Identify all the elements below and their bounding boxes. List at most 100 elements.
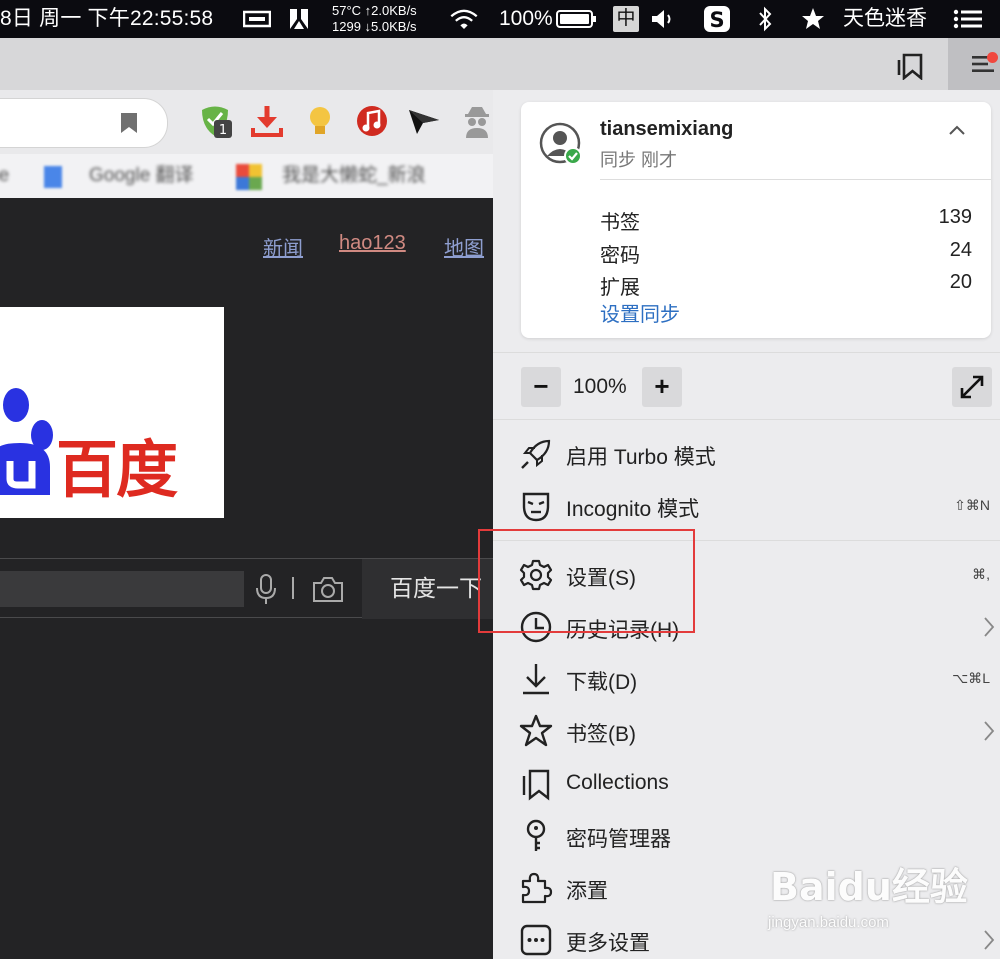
menu-item-downloads[interactable]: 下载(D) ⌥⌘L xyxy=(493,654,1000,706)
zoom-out-button[interactable]: − xyxy=(521,367,561,407)
link-map[interactable]: 地图 xyxy=(444,232,484,261)
zoom-level: 100% xyxy=(573,375,627,398)
bookmark-weibo[interactable]: 我是大懒蛇_新浪 xyxy=(282,164,426,188)
zoom-controls: − 100% + xyxy=(493,352,1000,420)
sync-divider xyxy=(600,179,991,180)
download-extension-icon[interactable] xyxy=(250,104,284,138)
bluetooth-icon[interactable] xyxy=(757,6,773,32)
bookmarks-bar: pe Google 翻译 我是大懒蛇_新浪 xyxy=(0,154,493,198)
camera-icon[interactable] xyxy=(312,575,344,603)
key-icon xyxy=(526,819,546,851)
stat-value: 139 xyxy=(938,206,972,228)
sync-card: tiansemixiang 同步 刚才 书签 139 密码 24 扩展 20 设… xyxy=(521,102,991,338)
menu-item-label: 密码管理器 xyxy=(566,828,671,851)
menu-item-incognito[interactable]: Incognito 模式 ⇧⌘N xyxy=(493,481,1000,533)
cursor-extension-icon[interactable] xyxy=(407,104,441,138)
menu-item-label: 更多设置 xyxy=(566,932,650,955)
screen-record-icon[interactable] xyxy=(243,9,271,29)
wifi-icon[interactable] xyxy=(448,9,480,29)
shortcut-incognito: ⇧⌘N xyxy=(954,497,990,513)
menu-item-label: 添置 xyxy=(566,880,608,903)
lightbulb-extension-icon[interactable] xyxy=(303,104,337,138)
svg-text:S: S xyxy=(709,8,724,32)
sync-settings-link[interactable]: 设置同步 xyxy=(600,298,680,327)
shortcut-downloads: ⌥⌘L xyxy=(952,670,990,686)
more-dots-icon xyxy=(520,924,552,956)
app-tray-icon[interactable] xyxy=(288,7,310,31)
fullscreen-button[interactable] xyxy=(952,367,992,407)
menu-item-turbo[interactable]: 启用 Turbo 模式 xyxy=(493,429,1000,481)
volume-icon[interactable] xyxy=(651,9,677,29)
chevron-right-icon xyxy=(984,617,995,637)
expand-icon xyxy=(960,375,984,399)
sync-stat-passwords: 密码 24 xyxy=(600,239,972,269)
stat-value: 24 xyxy=(949,239,972,261)
colorful-favicon xyxy=(236,164,262,190)
link-news[interactable]: 新闻 xyxy=(263,232,303,261)
baidu-search-button[interactable]: 百度一下 xyxy=(362,559,493,619)
adguard-extension-icon[interactable]: 1 xyxy=(198,104,232,138)
network-stats[interactable]: 57°C ↑2.0KB/s 1299 ↓5.0KB/s xyxy=(332,0,417,38)
battery-icon[interactable] xyxy=(556,9,598,29)
microphone-icon[interactable] xyxy=(254,573,278,605)
menu-item-collections[interactable]: Collections xyxy=(493,759,1000,811)
music-extension-icon[interactable] xyxy=(355,104,389,138)
battery-percent[interactable]: 100% xyxy=(499,0,553,38)
collections-toolbar-icon[interactable] xyxy=(895,50,925,80)
extension-badge: 1 xyxy=(219,123,227,138)
zoom-in-button[interactable]: + xyxy=(642,367,682,407)
baidu-page: 新闻 hao123 地图 百度 百度一下 xyxy=(0,198,493,959)
sync-stat-bookmarks: 书签 139 xyxy=(600,206,972,236)
watermark-url: jingyan.baidu.com xyxy=(768,914,889,931)
chevron-up-icon[interactable] xyxy=(945,120,969,140)
net-download: 1299 ↓5.0KB/s xyxy=(332,19,417,34)
main-menu-button[interactable] xyxy=(948,38,1000,90)
link-hao123[interactable]: hao123 xyxy=(339,232,406,255)
settings-highlight-annotation xyxy=(478,529,695,633)
net-upload: 57°C ↑2.0KB/s xyxy=(332,3,417,18)
collections-icon xyxy=(522,769,550,801)
bookmark-page-icon[interactable] xyxy=(120,112,138,134)
baidu-logo: 百度 xyxy=(0,307,224,518)
sync-status: 同步 刚才 xyxy=(600,150,678,170)
menu-item-label: 书签(B) xyxy=(566,723,636,746)
update-notification-dot xyxy=(987,52,998,63)
baidu-logo-text: 百度 xyxy=(56,433,178,506)
menu-item-bookmarks[interactable]: 书签(B) xyxy=(493,706,1000,758)
bookmark-google-translate[interactable]: Google 翻译 xyxy=(89,164,194,188)
sync-username: tiansemixiang xyxy=(600,118,734,140)
menu-item-label: 启用 Turbo 模式 xyxy=(566,446,716,469)
chevron-right-icon xyxy=(984,721,995,741)
browser-tab-bar xyxy=(0,38,1000,90)
stat-value: 20 xyxy=(949,271,972,293)
google-docs-favicon xyxy=(44,166,62,188)
menu-item-label: Collections xyxy=(566,771,669,794)
avatar[interactable] xyxy=(539,122,581,164)
sogou-icon[interactable]: S xyxy=(703,5,731,33)
menu-item-label: 下载(D) xyxy=(566,671,638,694)
sync-stat-extensions: 扩展 20 xyxy=(600,271,972,301)
star-outline-icon xyxy=(519,714,553,747)
incognito-mask-icon xyxy=(522,492,550,522)
stat-label: 书签 xyxy=(600,212,640,234)
baidu-paw-icon xyxy=(0,388,53,495)
stat-label: 密码 xyxy=(600,245,640,267)
watermark-brand: Baidu经验 xyxy=(770,865,968,909)
spy-extension-icon[interactable] xyxy=(460,104,494,138)
puzzle-icon xyxy=(521,872,553,904)
menubar-clock[interactable]: 8日 周一 下午22:55:58 xyxy=(0,0,213,38)
rocket-icon xyxy=(521,439,551,469)
bookmark-truncated[interactable]: pe xyxy=(0,164,9,188)
main-menu-panel: tiansemixiang 同步 刚才 书签 139 密码 24 扩展 20 设… xyxy=(493,90,1000,959)
menu-item-label: Incognito 模式 xyxy=(566,498,700,521)
notification-center-icon[interactable] xyxy=(953,9,983,29)
address-bar[interactable] xyxy=(0,98,168,148)
shortcut-settings: ⌘, xyxy=(972,566,990,582)
search-separator xyxy=(292,577,294,599)
download-icon xyxy=(523,664,549,695)
star-icon[interactable] xyxy=(801,7,825,31)
menubar-username[interactable]: 天色迷香 xyxy=(843,0,927,38)
input-method[interactable]: 中 xyxy=(613,6,639,32)
macos-menubar: 8日 周一 下午22:55:58 57°C ↑2.0KB/s 1299 ↓5.0… xyxy=(0,0,1000,38)
search-input[interactable] xyxy=(0,571,244,607)
